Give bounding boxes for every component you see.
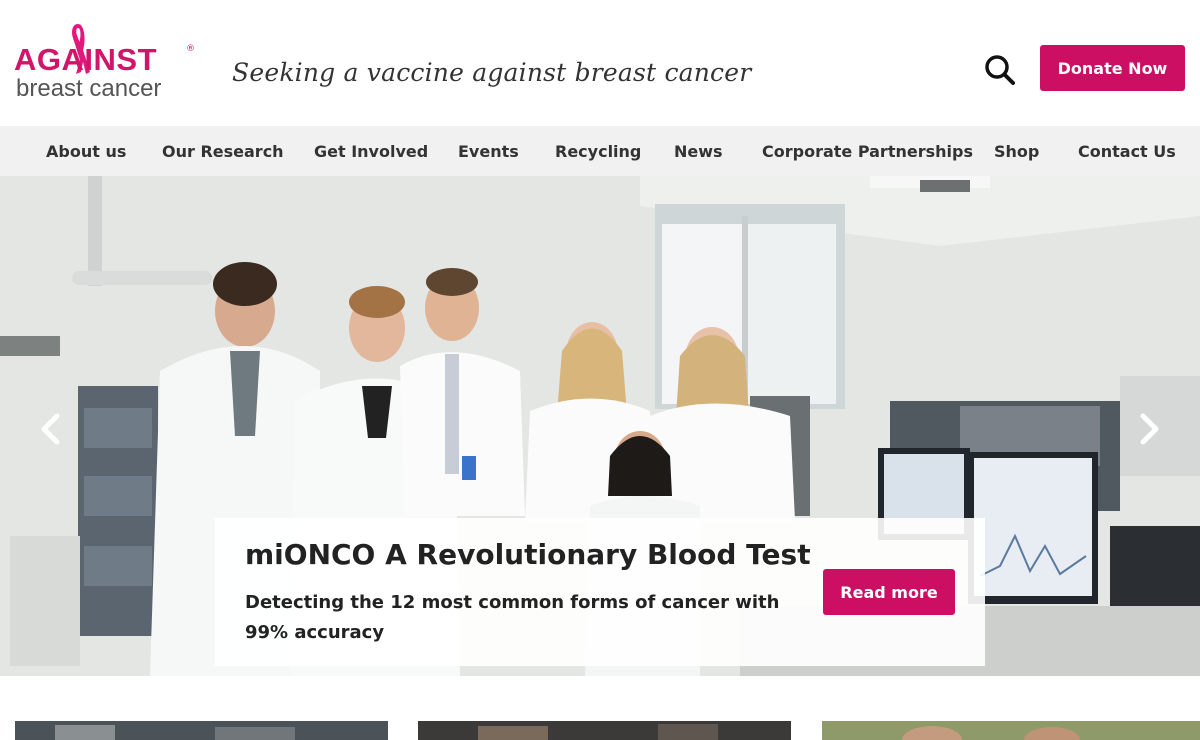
hero-subtitle: Detecting the 12 most common forms of ca… bbox=[245, 592, 780, 643]
logo-wordmark: AGAINST bbox=[14, 42, 157, 77]
nav-item-recycling[interactable]: Recycling bbox=[555, 142, 641, 161]
nav-item-news[interactable]: News bbox=[674, 142, 723, 161]
site-header: AGAINST ® breast cancer Seeking a vaccin… bbox=[0, 0, 1200, 126]
read-more-button[interactable]: Read more bbox=[823, 569, 955, 615]
card-photo-3 bbox=[822, 721, 1200, 740]
news-card-image[interactable] bbox=[15, 721, 388, 740]
search-button[interactable] bbox=[982, 52, 1018, 88]
search-icon bbox=[985, 55, 1015, 85]
hero-title: miONCO A Revolutionary Blood Test bbox=[245, 538, 811, 571]
nav-item-contact-us[interactable]: Contact Us bbox=[1078, 142, 1176, 161]
nav-item-get-involved[interactable]: Get Involved bbox=[314, 142, 428, 161]
logo-subtitle: breast cancer bbox=[16, 75, 162, 102]
news-card-image[interactable] bbox=[418, 721, 791, 740]
hero-caption: miONCO A Revolutionary Blood Test Detect… bbox=[215, 518, 985, 666]
nav-item-shop[interactable]: Shop bbox=[994, 142, 1039, 161]
nav-item-corporate-partnerships[interactable]: Corporate Partnerships bbox=[762, 142, 973, 161]
nav-item-events[interactable]: Events bbox=[458, 142, 519, 161]
news-card-image[interactable] bbox=[822, 721, 1200, 740]
card-photo-1 bbox=[15, 721, 388, 740]
donate-now-button[interactable]: Donate Now bbox=[1040, 45, 1185, 91]
site-tagline: Seeking a vaccine against breast cancer bbox=[232, 58, 752, 87]
nav-item-our-research[interactable]: Our Research bbox=[162, 142, 284, 161]
logo-registered-mark: ® bbox=[186, 44, 195, 54]
card-photo-2 bbox=[418, 721, 791, 740]
site-logo[interactable]: AGAINST ® breast cancer bbox=[14, 22, 195, 102]
chevron-right-icon[interactable] bbox=[1138, 412, 1162, 446]
chevron-left-icon[interactable] bbox=[38, 412, 62, 446]
hero-carousel: miONCO A Revolutionary Blood Test Detect… bbox=[0, 176, 1200, 676]
main-navigation: About us Our Research Get Involved Event… bbox=[0, 126, 1200, 176]
nav-item-about-us[interactable]: About us bbox=[46, 142, 126, 161]
